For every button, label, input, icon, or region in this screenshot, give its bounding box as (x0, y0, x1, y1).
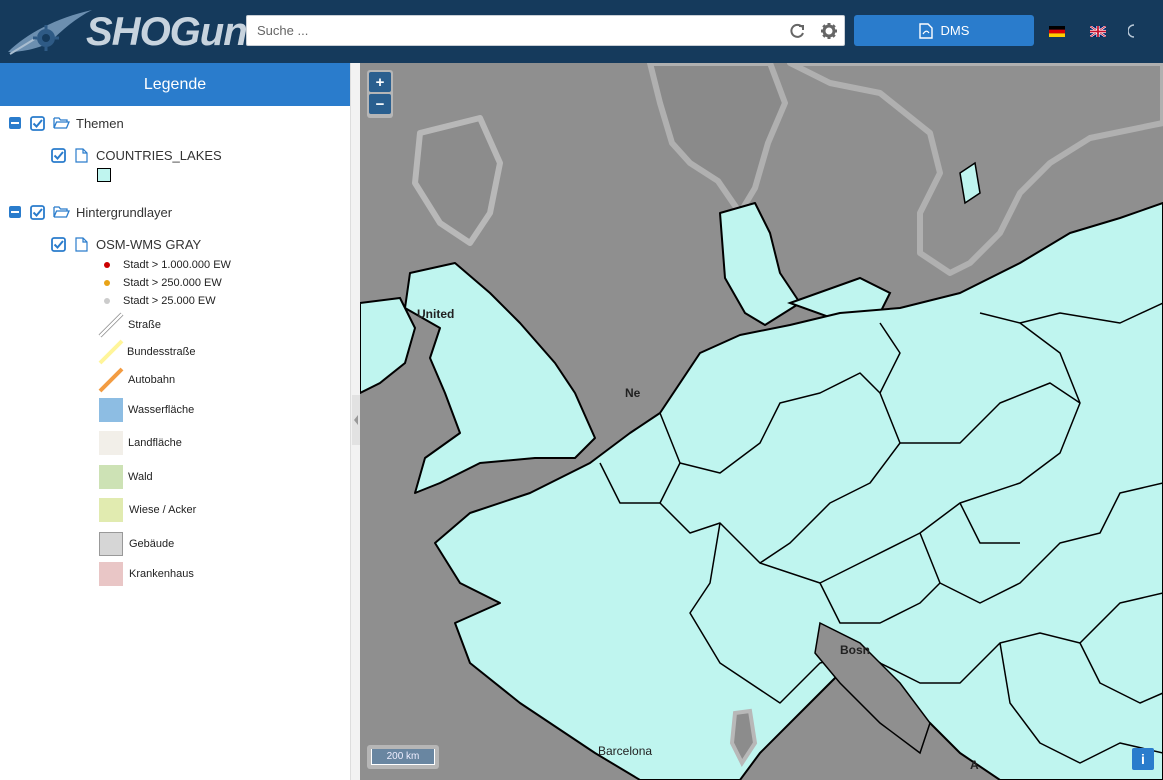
legend-item-bundesstrasse: Bundesstraße (98, 339, 195, 365)
tree-group-hintergrundlayer[interactable]: Hintergrundlayer (9, 202, 172, 222)
road-line-icon (98, 312, 124, 338)
legend-item-stadt-25k: Stadt > 25.000 EW (104, 295, 216, 307)
scale-line: 200 km (367, 745, 439, 769)
fill-swatch (99, 532, 123, 556)
city-dot-icon (104, 298, 110, 304)
legend-item-gebaeude: Gebäude (99, 532, 174, 556)
legend-item-label: Stadt > 25.000 EW (123, 295, 216, 307)
legend-item-label: Wiese / Acker (129, 504, 197, 516)
search-input[interactable] (247, 16, 787, 45)
collapse-icon[interactable] (9, 117, 21, 129)
logo-text: SHOGun (86, 10, 248, 54)
legend-panel-title: Legende (0, 63, 350, 106)
search-box[interactable] (246, 15, 845, 46)
info-button[interactable]: i (1132, 748, 1154, 770)
road-line-icon (98, 339, 124, 365)
legend-item-label: Wald (128, 471, 153, 483)
legend-item-label: Gebäude (129, 538, 175, 550)
scale-label: 200 km (371, 749, 435, 765)
pdf-file-icon (918, 22, 933, 39)
legend-item-stadt-1m: Stadt > 1.000.000 EW (104, 259, 231, 271)
road-line-icon (98, 367, 124, 393)
map-label: United (417, 307, 455, 321)
collapse-icon[interactable] (9, 206, 21, 218)
shogun-logo: SHOGun (6, 4, 248, 60)
map-label: Barcelona (598, 744, 653, 758)
tree-layer-osm-wms-gray[interactable]: OSM-WMS GRAY (51, 234, 201, 254)
checkbox-checked-icon[interactable] (51, 147, 66, 163)
zoom-in-button[interactable]: + (369, 72, 391, 92)
fill-swatch (99, 431, 123, 455)
fill-swatch (99, 465, 123, 489)
checkbox-checked-icon[interactable] (30, 204, 45, 220)
layer-label: OSM-WMS GRAY (96, 236, 202, 252)
legend-item-label: Landfläche (128, 437, 182, 449)
map-label: Bosn (840, 643, 870, 657)
city-dot-icon (104, 262, 110, 268)
loading-indicator-icon (1128, 24, 1135, 38)
checkbox-checked-icon[interactable] (51, 236, 66, 252)
collapse-handle[interactable] (352, 395, 360, 445)
fill-swatch (99, 562, 123, 586)
refresh-icon[interactable] (788, 22, 806, 40)
gear-icon[interactable] (820, 22, 838, 40)
fill-swatch (99, 398, 123, 422)
city-dot-icon (104, 280, 110, 286)
legend-item-wiese-acker: Wiese / Acker (99, 498, 196, 522)
group-label: Themen (76, 115, 124, 131)
dms-label: DMS (940, 23, 970, 38)
chevron-left-icon[interactable] (352, 395, 360, 445)
legend-item-strasse: Straße (98, 312, 161, 338)
legend-item-label: Bundesstraße (127, 346, 196, 358)
legend-item-label: Straße (128, 319, 162, 331)
map-viewport[interactable]: United Ne Bosn Barcelona A (360, 63, 1163, 780)
legend-item-landflaeche: Landfläche (99, 431, 182, 455)
legend-item-krankenhaus: Krankenhaus (99, 562, 194, 586)
legend-item-autobahn: Autobahn (98, 367, 175, 393)
zoom-out-button[interactable]: − (369, 94, 391, 114)
german-flag-icon[interactable] (1049, 26, 1065, 37)
tree-layer-countries-lakes[interactable]: COUNTRIES_LAKES (51, 145, 222, 165)
map-label: Ne (625, 386, 641, 400)
map-label: A (970, 758, 979, 772)
file-icon (75, 236, 88, 252)
tree-group-themen[interactable]: Themen (9, 113, 124, 133)
legend-item-label: Autobahn (128, 374, 176, 386)
legend-item-stadt-250k: Stadt > 250.000 EW (104, 277, 222, 289)
fill-swatch (99, 498, 123, 522)
panel-splitter[interactable] (350, 63, 360, 780)
dms-button[interactable]: DMS (854, 15, 1034, 46)
file-icon (75, 147, 88, 163)
legend-item-label: Stadt > 1.000.000 EW (123, 259, 231, 271)
map-canvas[interactable] (360, 63, 1163, 780)
legend-item-label: Krankenhaus (129, 568, 194, 580)
legend-item-label: Stadt > 250.000 EW (123, 277, 222, 289)
uk-flag-icon[interactable] (1090, 26, 1106, 37)
legend-item-wasserflaeche: Wasserfläche (99, 398, 194, 422)
legend-item-label: Wasserfläche (128, 404, 195, 416)
gear-feather-icon (8, 10, 92, 55)
checkbox-checked-icon[interactable] (30, 115, 45, 131)
folder-open-icon (53, 117, 70, 129)
layer-label: COUNTRIES_LAKES (96, 147, 222, 163)
countries-lakes-swatch (97, 168, 111, 182)
folder-open-icon (53, 206, 70, 218)
top-toolbar: SHOGun DMS (0, 0, 1163, 63)
legend-item-wald: Wald (99, 465, 153, 489)
group-label: Hintergrundlayer (76, 204, 173, 220)
